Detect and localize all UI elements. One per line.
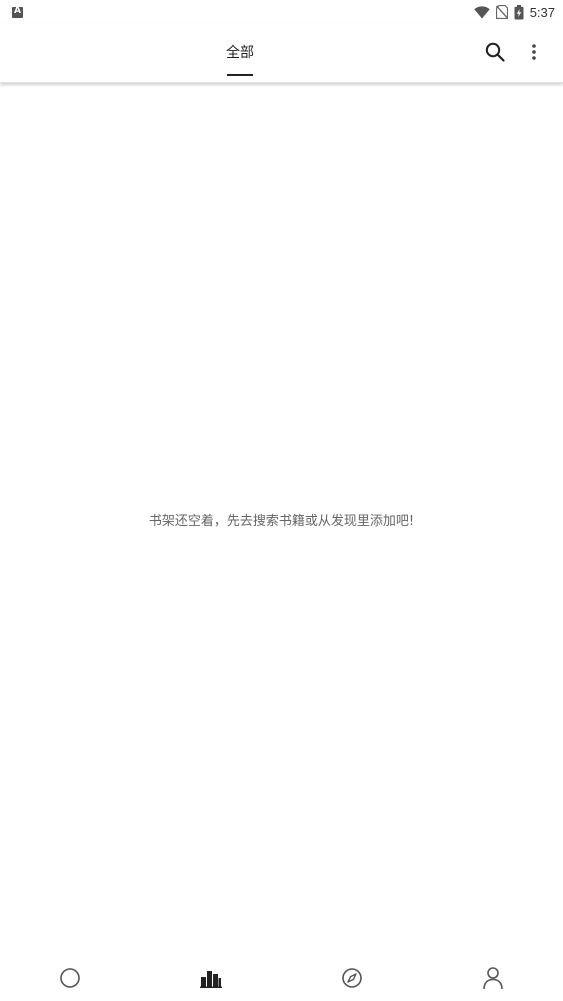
- nav-item-bookshelf[interactable]: [141, 955, 282, 1001]
- wifi-icon: [473, 5, 490, 18]
- status-left: [12, 6, 23, 18]
- nav-item-discover[interactable]: [282, 955, 423, 1001]
- bottom-nav: [0, 955, 563, 1001]
- bookshelf-icon: [200, 971, 223, 988]
- app-bar: 全部: [0, 24, 563, 83]
- search-icon: [485, 42, 505, 62]
- person-icon: [482, 967, 503, 990]
- status-right: 5:37: [473, 4, 555, 20]
- nav-item-1[interactable]: [0, 955, 141, 1001]
- circle-icon: [60, 968, 81, 988]
- empty-bookshelf-message: 书架还空着，先去搜索书籍或从发现里添加吧!: [148, 514, 415, 529]
- status-bar: 5:37: [0, 0, 563, 24]
- tab-all-label: 全部: [226, 45, 254, 61]
- status-time: 5:37: [529, 4, 555, 20]
- search-button[interactable]: [484, 41, 506, 63]
- more-vert-icon: [532, 44, 536, 60]
- app-notification-icon: [12, 6, 23, 18]
- more-options-button[interactable]: [526, 40, 542, 64]
- battery-charging-icon: [514, 4, 524, 19]
- tab-all[interactable]: 全部: [222, 24, 258, 76]
- no-sim-icon: [495, 5, 508, 19]
- compass-icon: [342, 968, 362, 988]
- tab-indicator: [227, 74, 253, 76]
- nav-item-profile[interactable]: [422, 955, 563, 1001]
